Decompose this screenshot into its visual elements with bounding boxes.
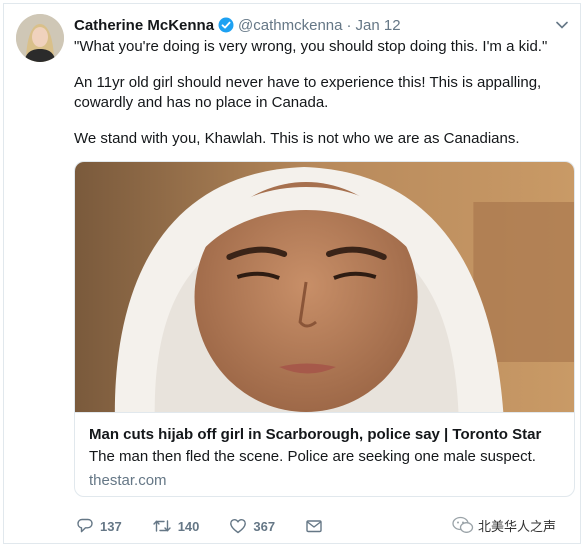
watermark-text: 北美华人之声: [478, 519, 557, 535]
retweet-button[interactable]: 140: [152, 517, 200, 535]
tweet-actions: 137 140 367: [76, 515, 359, 537]
avatar-image: [16, 14, 64, 62]
link-card[interactable]: Man cuts hijab off girl in Scarborough, …: [74, 161, 575, 497]
like-icon: [230, 519, 247, 534]
avatar[interactable]: [16, 14, 64, 62]
direct-message-button[interactable]: [305, 517, 329, 535]
tweet-header: Catherine McKenna @cathmckenna · Jan 12: [74, 14, 571, 36]
reply-button[interactable]: 137: [76, 517, 122, 535]
reply-icon: [77, 518, 93, 533]
retweet-count: 140: [177, 518, 200, 534]
card-title[interactable]: Man cuts hijab off girl in Scarborough, …: [89, 425, 560, 445]
direct-message-icon: [306, 520, 322, 533]
retweet-icon: [153, 520, 171, 532]
tweet-paragraph: We stand with you, Khawlah. This is not …: [74, 130, 520, 147]
separator-dot: ·: [346, 16, 352, 34]
caret-down-icon[interactable]: [553, 16, 571, 34]
tweet-paragraph: "What you're doing is very wrong, you sh…: [74, 38, 548, 55]
like-button[interactable]: 367: [229, 517, 275, 535]
wechat-icon: [452, 516, 474, 533]
card-description: The man then fled the scene. Police are …: [89, 448, 536, 465]
card-body: Man cuts hijab off girl in Scarborough, …: [75, 412, 574, 496]
reply-count: 137: [100, 518, 122, 534]
tweet-date[interactable]: Jan 12: [356, 17, 401, 34]
tweet-text: "What you're doing is very wrong, you sh…: [74, 37, 574, 165]
verified-icon: [218, 17, 234, 33]
author-handle[interactable]: @cathmckenna: [238, 17, 342, 34]
card-domain[interactable]: thestar.com: [89, 471, 560, 491]
author-name[interactable]: Catherine McKenna: [74, 17, 214, 34]
tweet-paragraph: An 11yr old girl should never have to ex…: [74, 74, 546, 111]
watermark: 北美华人之声: [452, 514, 556, 536]
like-count: 367: [253, 518, 276, 534]
card-image: [75, 162, 574, 412]
